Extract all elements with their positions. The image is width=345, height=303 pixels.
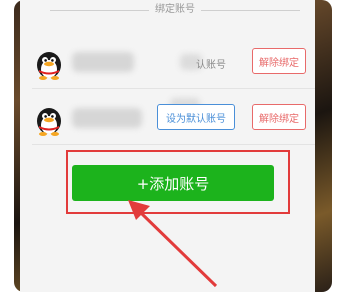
annotation-arrow-icon <box>128 200 218 288</box>
